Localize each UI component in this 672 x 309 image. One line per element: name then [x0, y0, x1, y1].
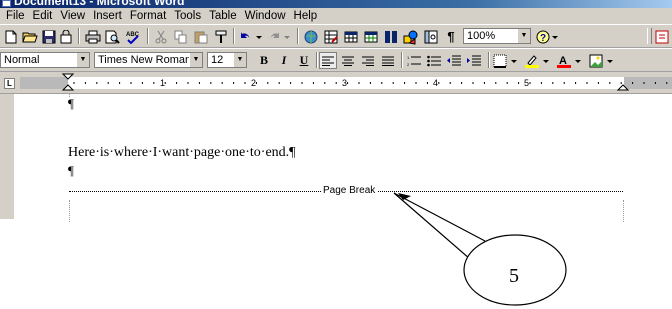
callout-label: 5: [509, 265, 519, 287]
callout-annotation: 5: [393, 192, 567, 306]
